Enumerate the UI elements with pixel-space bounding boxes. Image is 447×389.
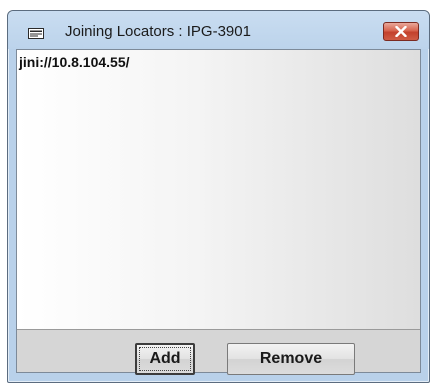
window-title: Joining Locators : IPG-3901 — [65, 23, 251, 40]
close-button[interactable] — [383, 22, 419, 41]
joining-locators-dialog: Joining Locators : IPG-3901 jini://10.8.… — [7, 10, 430, 383]
list-item[interactable]: jini://10.8.104.55/ — [19, 54, 130, 70]
title-bar[interactable]: Joining Locators : IPG-3901 — [8, 11, 429, 49]
close-icon — [395, 26, 407, 37]
locator-list[interactable]: jini://10.8.104.55/ — [17, 50, 420, 330]
focus-ring — [139, 347, 191, 371]
dialog-content: jini://10.8.104.55/ Add Remove — [16, 49, 421, 375]
add-button[interactable]: Add — [135, 343, 195, 375]
remove-button[interactable]: Remove — [227, 343, 355, 375]
window-icon — [28, 26, 44, 39]
